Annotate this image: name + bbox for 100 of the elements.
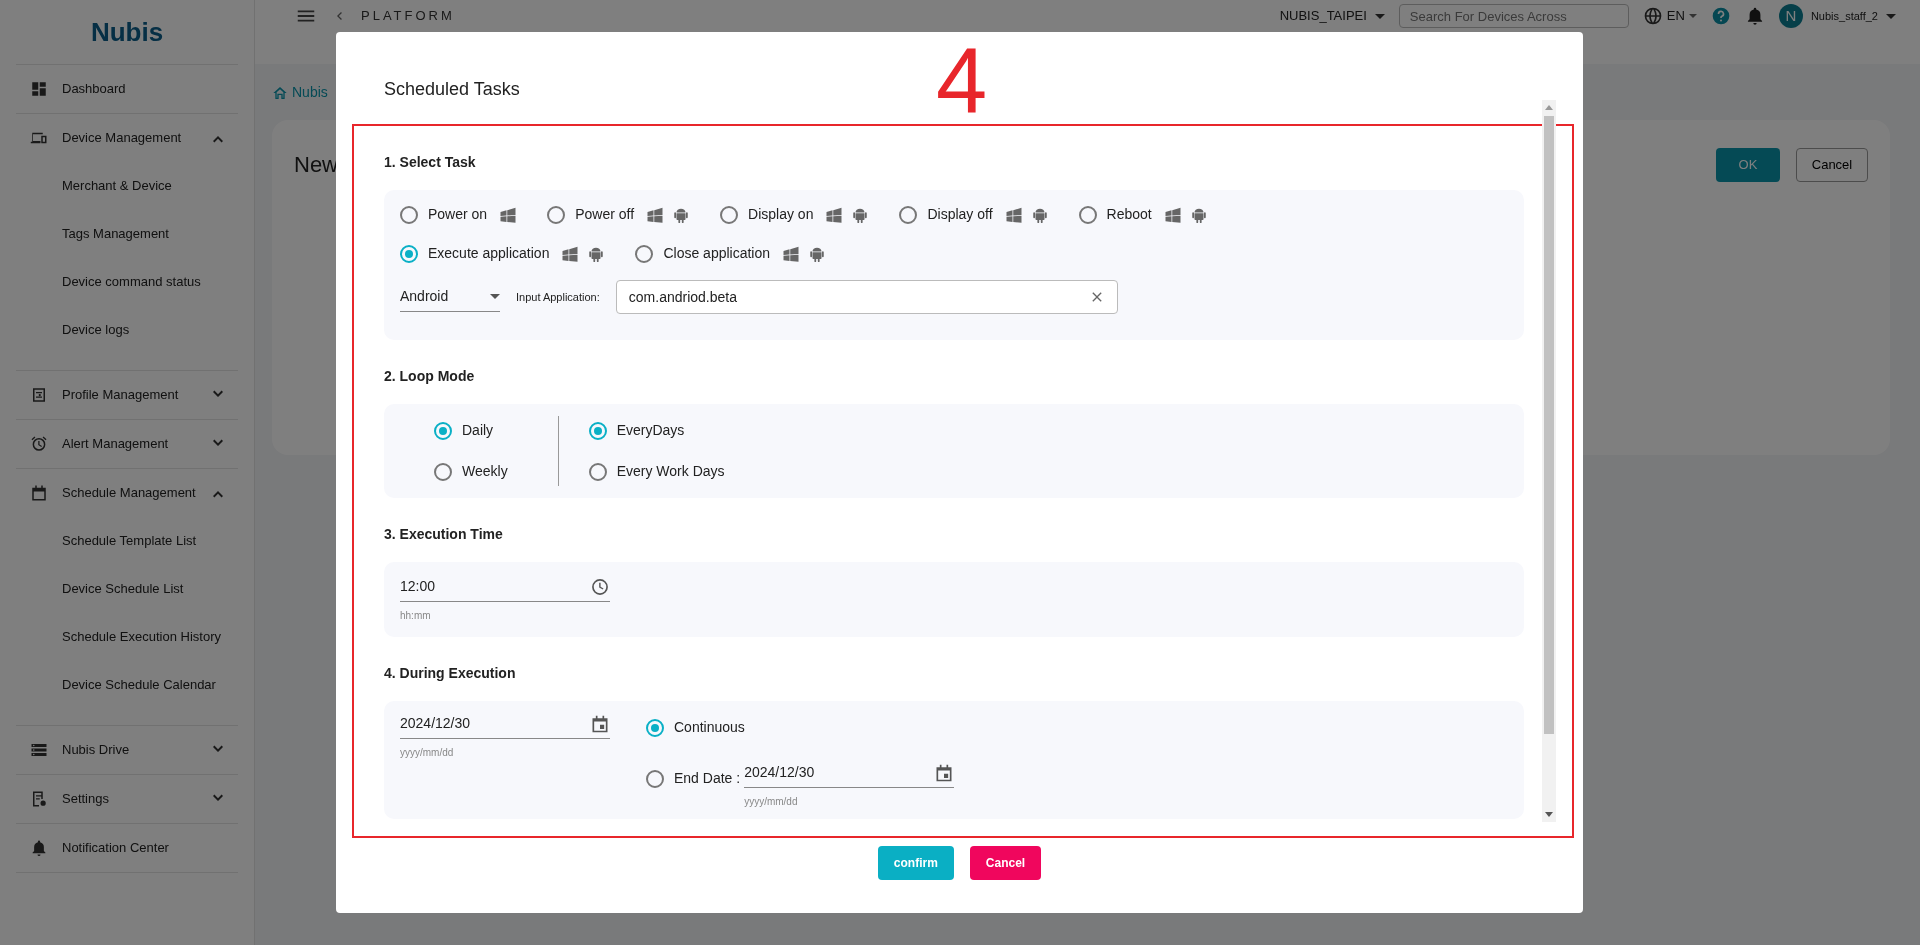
- date-field[interactable]: 2024/12/30: [400, 709, 610, 739]
- helper-text: yyyy/mm/dd: [400, 746, 455, 760]
- clock-icon[interactable]: [590, 576, 610, 597]
- platform-select[interactable]: Android: [400, 282, 500, 312]
- radio-button[interactable]: [646, 769, 664, 788]
- globe-icon: [1642, 6, 1663, 26]
- radio-label: EveryDays: [616, 421, 685, 440]
- cancel-button[interactable]: Cancel: [969, 846, 1042, 880]
- sidebar-subitem[interactable]: Device command status: [0, 258, 254, 306]
- sidebar-item[interactable]: Profile Management: [16, 371, 238, 419]
- radio-option[interactable]: Display on: [720, 204, 814, 225]
- radio-option[interactable]: End Date :: [646, 768, 741, 789]
- radio-button[interactable]: [400, 244, 418, 263]
- dialog-title: Scheduled Tasks: [384, 78, 520, 101]
- sidebar-subitem[interactable]: Device Schedule Calendar: [0, 661, 254, 709]
- cancel-button[interactable]: Cancel: [1796, 147, 1868, 182]
- page-title: New: [294, 150, 338, 179]
- radio-button[interactable]: [1078, 205, 1097, 224]
- sidebar-label: Alert Management: [62, 435, 169, 454]
- radio-option[interactable]: Reboot: [1078, 204, 1152, 225]
- calendar-icon[interactable]: [590, 713, 610, 734]
- radio-option[interactable]: Every Work Days: [588, 461, 725, 482]
- helper-text: yyyy/mm/dd: [744, 795, 799, 809]
- radio-option[interactable]: Daily: [434, 420, 508, 441]
- language-selector[interactable]: EN: [1642, 4, 1697, 28]
- radio-button[interactable]: [588, 421, 607, 440]
- radio-option[interactable]: Execute application: [400, 243, 550, 264]
- radio-button[interactable]: [720, 205, 739, 224]
- sidebar-label: Dashboard: [62, 80, 126, 99]
- radio-option[interactable]: Weekly: [434, 461, 508, 482]
- sidebar-item[interactable]: Schedule Management: [16, 469, 238, 517]
- radio-option[interactable]: Continuous: [646, 717, 955, 738]
- breadcrumb-link[interactable]: PLATFORM: [361, 4, 455, 28]
- section-heading: 2. Loop Mode: [384, 367, 476, 386]
- user-name: Nubis_staff_2: [1810, 8, 1878, 24]
- sidebar-subitem[interactable]: Tags Management: [0, 210, 254, 258]
- avatar: N: [1778, 4, 1803, 28]
- radio-label: Display on: [748, 205, 814, 224]
- ok-button[interactable]: OK: [1716, 147, 1780, 182]
- sidebar-subitem[interactable]: Schedule Execution History: [0, 613, 254, 661]
- sidebar-label: Profile Management: [62, 386, 179, 405]
- caret-icon: [1886, 13, 1896, 19]
- radio-option[interactable]: Power off: [547, 204, 635, 225]
- field-label: Input Application:: [516, 289, 600, 305]
- radio-option[interactable]: Power on: [400, 204, 488, 225]
- radio-button[interactable]: [588, 462, 607, 481]
- server-icon: [30, 741, 48, 759]
- sidebar-subitem[interactable]: Merchant & Device: [0, 162, 254, 210]
- radio-label: Daily: [462, 421, 494, 440]
- sidebar-item[interactable]: Notification Center: [16, 824, 238, 872]
- sidebar-item[interactable]: Dashboard: [16, 65, 238, 113]
- radio-option[interactable]: EveryDays: [588, 420, 725, 441]
- section-heading: 1. Select Task: [384, 153, 477, 172]
- radio-label: Continuous: [674, 718, 745, 737]
- date-field[interactable]: 2024/12/30: [744, 758, 955, 788]
- radio-label: Weekly: [462, 462, 508, 481]
- section-heading: 3. Execution Time: [384, 525, 504, 544]
- application-field[interactable]: com.andriod.beta: [615, 280, 1118, 314]
- user-menu[interactable]: N Nubis_staff_2: [1778, 4, 1896, 28]
- radio-button[interactable]: [646, 718, 664, 737]
- calendar-icon[interactable]: [934, 762, 955, 783]
- radio-button[interactable]: [547, 205, 566, 224]
- sidebar-item[interactable]: Nubis Drive: [16, 726, 238, 774]
- caret-icon: [1688, 14, 1697, 18]
- sidebar-item[interactable]: Settings: [16, 775, 238, 823]
- radio-label: Close application: [663, 244, 771, 263]
- confirm-button[interactable]: confirm: [877, 846, 954, 880]
- caret-icon: [490, 294, 500, 299]
- radio-option[interactable]: Display off: [899, 204, 993, 225]
- annotation-number: 4: [936, 34, 988, 126]
- document-icon: [30, 790, 48, 808]
- organization-selector[interactable]: NUBIS_TAIPEI: [1279, 4, 1385, 28]
- sidebar-item[interactable]: Alert Management: [16, 420, 238, 468]
- radio-option[interactable]: Close application: [635, 243, 771, 264]
- radio-button[interactable]: [635, 244, 654, 263]
- calendar-icon: [30, 484, 48, 502]
- document-icon: [30, 386, 48, 404]
- sidebar-label: Settings: [62, 790, 109, 809]
- section-heading: 4. During Execution: [384, 664, 517, 683]
- sidebar-subitem[interactable]: Device Schedule List: [0, 565, 254, 613]
- scrollbar[interactable]: [1542, 100, 1556, 822]
- radio-button[interactable]: [434, 462, 452, 481]
- sidebar-label: Nubis Drive: [62, 741, 130, 760]
- radio-label: Reboot: [1106, 205, 1152, 224]
- home-icon: [272, 84, 288, 101]
- sidebar-item[interactable]: Device Management: [16, 114, 238, 162]
- alarm-clock-icon: [30, 435, 48, 453]
- radio-button[interactable]: [400, 205, 418, 224]
- time-field[interactable]: 12:00: [400, 572, 610, 602]
- logo: Nubis: [90, 15, 164, 49]
- search-field[interactable]: Search For Devices Across: [1398, 4, 1629, 28]
- sidebar-label: Notification Center: [62, 839, 169, 858]
- sidebar-subitem[interactable]: Device logs: [0, 306, 254, 354]
- sidebar-label: Schedule Management: [62, 484, 196, 503]
- sidebar-subitem[interactable]: Schedule Template List: [0, 517, 254, 565]
- radio-label: Power off: [575, 205, 635, 224]
- radio-button[interactable]: [434, 421, 452, 440]
- radio-label: Execute application: [428, 244, 550, 263]
- notification-icon: [30, 839, 48, 857]
- radio-button[interactable]: [899, 205, 918, 224]
